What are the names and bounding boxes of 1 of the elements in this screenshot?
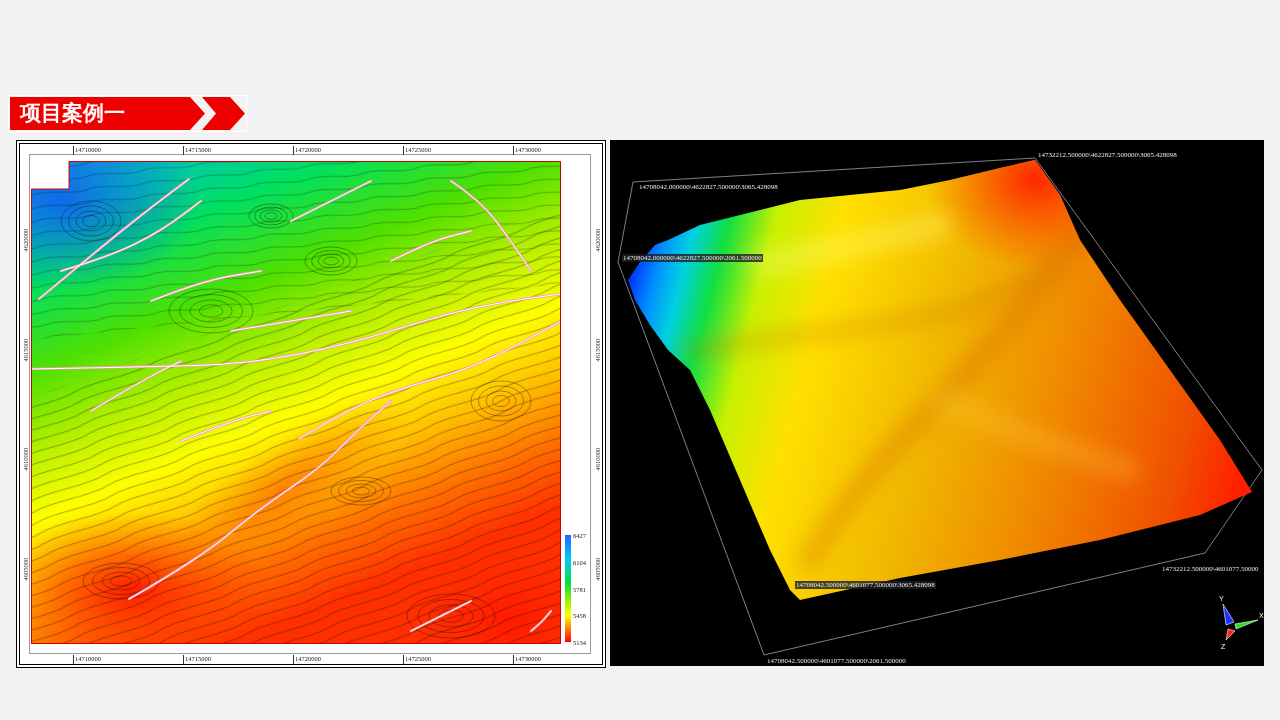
chevron-icon bbox=[202, 97, 245, 130]
